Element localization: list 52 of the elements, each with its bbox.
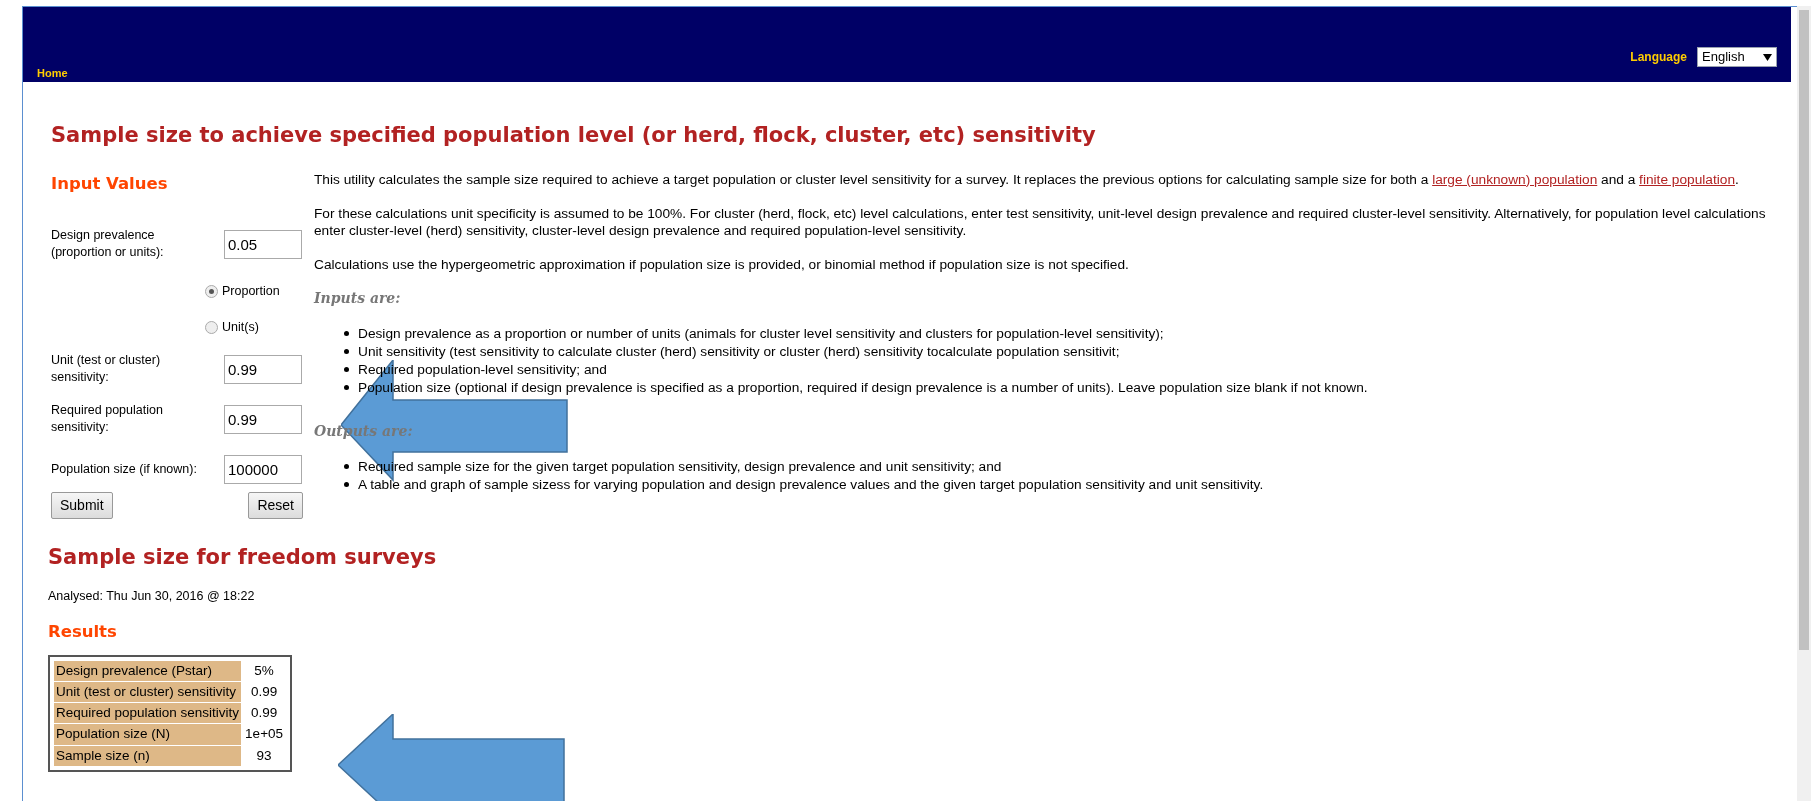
table-cell: Unit (test or cluster) sensitivity	[54, 681, 242, 702]
list-item: A table and graph of sample sizess for varying population and design prevalence values and the given target population sensitivity and unit sensitivity.	[358, 476, 1264, 493]
radio-option[interactable]: Unit(s)	[205, 317, 314, 338]
language-select[interactable]: English	[1697, 47, 1777, 67]
bullet-icon	[344, 385, 349, 390]
table-cell-text: 93	[255, 746, 273, 765]
text-field[interactable]: 0.99	[224, 404, 302, 434]
table-cell: Population size (N)	[54, 724, 242, 745]
results-heading: Results	[48, 620, 118, 643]
bullet-icon	[344, 367, 349, 372]
list-item: Design prevalence as a proportion or number of units (animals for cluster level sensitivity and clusters for population-level sensitivity);	[358, 325, 1164, 342]
field-label: Population size (if known):	[51, 460, 198, 478]
arrow-annotation-icon	[338, 714, 566, 801]
list-heading: Outputs are:	[314, 422, 414, 440]
table-cell-text: 0.99	[249, 682, 279, 701]
table-cell-text: 1e+05	[244, 725, 285, 744]
page-title: Sample size to achieve specified population level (or herd, flock, cluster, etc) sensitivity	[51, 122, 1097, 149]
bullet-icon	[344, 331, 349, 336]
dropdown-arrow-icon	[1763, 53, 1772, 61]
field-label: Unit (test or cluster) sensitivity:	[51, 352, 162, 387]
scrollbar[interactable]	[1797, 6, 1811, 801]
text-field[interactable]: 0.05	[224, 229, 302, 259]
table-cell: Required population sensitivity	[54, 703, 242, 724]
section-title: Sample size for freedom surveys	[48, 543, 438, 571]
text-field[interactable]: 100000	[224, 454, 302, 484]
section-heading: Input Values	[51, 172, 169, 195]
table-cell-text: 5%	[253, 661, 275, 680]
list-heading: Inputs are:	[314, 289, 402, 307]
form-button[interactable]: Submit	[51, 492, 113, 520]
table-cell: Design prevalence (Pstar)	[54, 660, 242, 681]
bullet-icon	[344, 464, 349, 469]
radio-button[interactable]	[205, 320, 218, 334]
radio-button[interactable]	[205, 284, 218, 298]
paragraph: For these calculations unit specificity is assumed to be 100%. For cluster (herd, flock, etc) level calculations, enter test sensitivity, unit-level design prevalence and required cluster-level sensitivity. Alternatively, for population level calculations enter cluster-level (herd) sensitivity, cluster-level design prevalence and required population-level sensitivity.	[314, 204, 1767, 239]
link[interactable]: large (unknown) population	[1432, 171, 1598, 187]
analysed-timestamp: Analysed: Thu Jun 30, 2016 @ 18:22	[48, 588, 256, 605]
paragraph: Calculations use the hypergeometric approximation if population size is provided, or binomial method if population size is not specified.	[314, 255, 1130, 273]
scrollbar-thumb[interactable]	[1799, 10, 1809, 650]
table-cell: Sample size (n)	[54, 745, 242, 766]
text-field[interactable]: 0.99	[224, 354, 302, 384]
table-cell-text: 0.99	[249, 704, 279, 722]
field-label: Required population sensitivity:	[51, 402, 164, 437]
language-label: Language	[1630, 49, 1687, 66]
bullet-icon	[344, 349, 349, 354]
link[interactable]: finite population	[1639, 171, 1735, 187]
radio-option[interactable]: Proportion	[205, 281, 314, 302]
form-button[interactable]: Reset	[248, 492, 303, 520]
field-label: Design prevalence (proportion or units):	[51, 227, 165, 262]
list-item: Unit sensitivity (test sensitivity to calculate cluster (herd) sensitivity or cluster (herd) sensitivity tocalculate population sensitivit;	[358, 343, 1120, 360]
bullet-icon	[344, 482, 349, 487]
paragraph: This utility calculates the sample size required to achieve a target population or cluster level sensitivity for a survey. It replaces the previous options for calculating sample size for both a large (unknown) population and a finite population.	[314, 170, 1740, 188]
home-link[interactable]: Home	[37, 64, 68, 81]
